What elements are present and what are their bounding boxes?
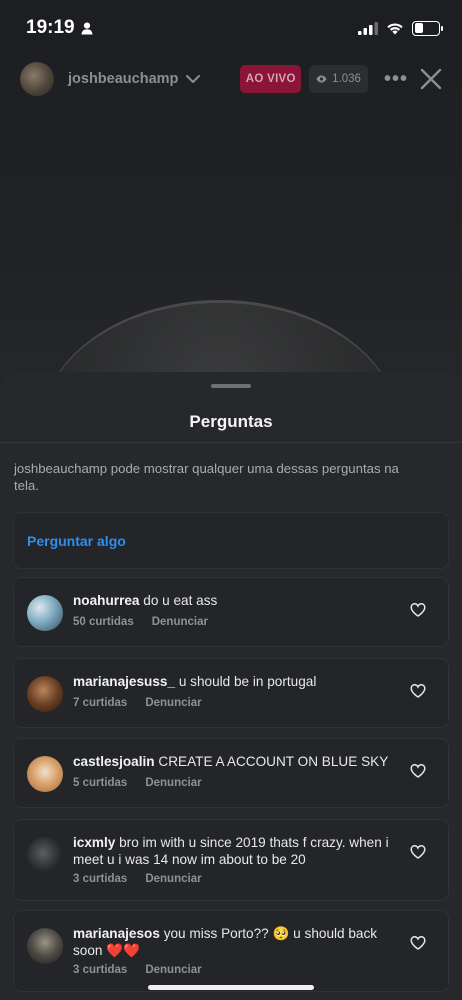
- question-meta: 3 curtidas Denunciar: [73, 964, 202, 976]
- sheet-title: Perguntas: [189, 412, 273, 431]
- like-count: 5 curtidas: [73, 777, 128, 789]
- report-button[interactable]: Denunciar: [145, 873, 201, 885]
- report-button[interactable]: Denunciar: [145, 777, 201, 789]
- ask-question-button[interactable]: Perguntar algo: [13, 512, 449, 569]
- question-card: marianajesuss_ u should be in portugal 7…: [13, 658, 449, 728]
- question-meta: 3 curtidas Denunciar: [73, 873, 202, 885]
- question-text: castlesjoalin CREATE A ACCOUNT ON BLUE S…: [73, 753, 393, 770]
- report-button[interactable]: Denunciar: [145, 697, 201, 709]
- avatar[interactable]: [27, 595, 63, 631]
- question-card: castlesjoalin CREATE A ACCOUNT ON BLUE S…: [13, 738, 449, 808]
- viewer-count-badge[interactable]: 1.036: [309, 65, 368, 93]
- avatar[interactable]: [27, 928, 63, 964]
- question-meta: 7 curtidas Denunciar: [73, 697, 202, 709]
- heart-icon[interactable]: [410, 763, 426, 779]
- sheet-description: joshbeauchamp pode mostrar qualquer uma …: [14, 461, 399, 493]
- clock-label: 19:19: [26, 17, 75, 38]
- question-card: icxmly bro im with u since 2019 thats f …: [13, 819, 449, 901]
- question-meta: 5 curtidas Denunciar: [73, 777, 202, 789]
- heart-icon[interactable]: [410, 844, 426, 860]
- home-indicator[interactable]: [148, 985, 314, 990]
- question-text: icxmly bro im with u since 2019 thats f …: [73, 834, 393, 868]
- eye-icon: [316, 75, 327, 83]
- host-username[interactable]: joshbeauchamp: [68, 71, 178, 87]
- more-icon[interactable]: •••: [384, 68, 407, 91]
- like-count: 50 curtidas: [73, 616, 134, 628]
- battery-icon: [412, 20, 443, 36]
- person-icon: [81, 22, 93, 34]
- signal-icon: [358, 21, 378, 35]
- question-username[interactable]: icxmly: [73, 835, 115, 850]
- question-text: marianajesos you miss Porto?? 🥺 u should…: [73, 925, 393, 959]
- question-body: do u eat ass: [143, 593, 218, 608]
- question-card: noahurrea do u eat ass 50 curtidas Denun…: [13, 577, 449, 647]
- close-icon[interactable]: [420, 68, 442, 90]
- heart-icon[interactable]: [410, 935, 426, 951]
- question-body: u should be in portugal: [178, 674, 317, 689]
- sheet-divider: [0, 442, 462, 443]
- question-username[interactable]: marianajesuss_: [73, 674, 175, 689]
- question-username[interactable]: castlesjoalin: [73, 754, 155, 769]
- heart-icon[interactable]: [410, 683, 426, 699]
- avatar[interactable]: [27, 756, 63, 792]
- questions-sheet: Perguntas joshbeauchamp pode mostrar qua…: [0, 372, 462, 1000]
- live-header: joshbeauchamp AO VIVO 1.036 •••: [0, 58, 462, 100]
- heart-icon[interactable]: [410, 602, 426, 618]
- question-meta: 50 curtidas Denunciar: [73, 616, 208, 628]
- status-time: 19:19: [26, 17, 93, 39]
- status-bar: 19:19: [0, 0, 462, 56]
- avatar[interactable]: [27, 837, 63, 873]
- like-count: 3 curtidas: [73, 873, 128, 885]
- question-username[interactable]: marianajesos: [73, 926, 160, 941]
- report-button[interactable]: Denunciar: [145, 964, 201, 976]
- ask-question-label: Perguntar algo: [27, 532, 126, 549]
- host-avatar[interactable]: [20, 62, 54, 96]
- question-text: marianajesuss_ u should be in portugal: [73, 673, 393, 690]
- report-button[interactable]: Denunciar: [152, 616, 208, 628]
- like-count: 7 curtidas: [73, 697, 128, 709]
- status-icons: [358, 20, 443, 36]
- question-text: noahurrea do u eat ass: [73, 592, 393, 609]
- sheet-grabber[interactable]: [211, 384, 251, 388]
- like-count: 3 curtidas: [73, 964, 128, 976]
- question-body: bro im with u since 2019 thats f crazy. …: [73, 835, 389, 867]
- question-username[interactable]: noahurrea: [73, 593, 139, 608]
- chevron-down-icon[interactable]: [186, 74, 201, 84]
- live-badge: AO VIVO: [240, 65, 302, 93]
- question-card: marianajesos you miss Porto?? 🥺 u should…: [13, 910, 449, 992]
- wifi-icon: [387, 22, 403, 34]
- avatar[interactable]: [27, 676, 63, 712]
- question-body: CREATE A ACCOUNT ON BLUE SKY: [158, 754, 389, 769]
- viewer-count: 1.036: [332, 73, 361, 85]
